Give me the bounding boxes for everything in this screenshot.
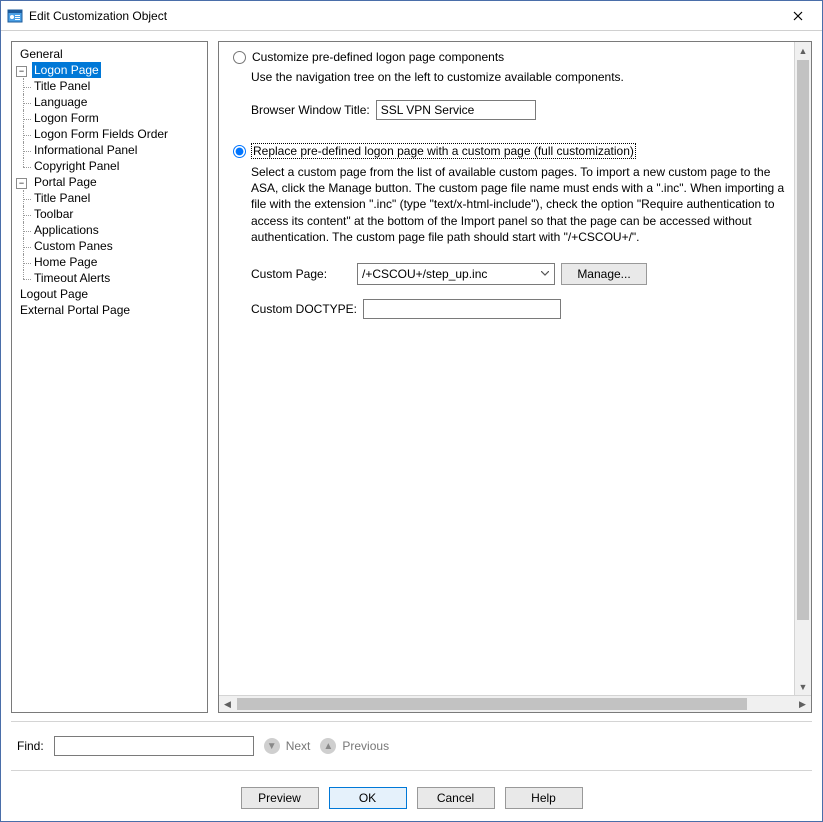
- tree-node-title-panel[interactable]: Title Panel: [32, 78, 92, 94]
- find-next-button[interactable]: ▼ Next: [264, 738, 311, 754]
- find-previous-button[interactable]: ▲ Previous: [320, 738, 389, 754]
- window-title: Edit Customization Object: [29, 9, 778, 23]
- scroll-left-arrow-icon[interactable]: ◀: [219, 696, 236, 712]
- browser-window-title-label: Browser Window Title:: [251, 103, 370, 117]
- scroll-right-arrow-icon[interactable]: ▶: [794, 696, 811, 712]
- dialog-buttons: Preview OK Cancel Help: [11, 779, 812, 821]
- tree-node-language[interactable]: Language: [32, 94, 89, 110]
- radio-customize-predefined[interactable]: Customize pre-defined logon page compone…: [233, 50, 794, 64]
- tree-toggle-portal[interactable]: −: [16, 178, 27, 189]
- radio-replace-custom-input[interactable]: [233, 145, 246, 158]
- horizontal-scrollbar[interactable]: ◀ ▶: [219, 695, 811, 712]
- nav-tree-panel: General −Logon Page Title Panel Language…: [11, 41, 208, 713]
- arrow-down-icon: ▼: [264, 738, 280, 754]
- dialog-window: Edit Customization Object General −Logon…: [0, 0, 823, 822]
- find-input[interactable]: [54, 736, 254, 756]
- browser-window-title-input[interactable]: [376, 100, 536, 120]
- tree-node-logon-form[interactable]: Logon Form: [32, 110, 101, 126]
- tree-node-home-page[interactable]: Home Page: [32, 254, 99, 270]
- tree-node-applications[interactable]: Applications: [32, 222, 101, 238]
- custom-doctype-input[interactable]: [363, 299, 561, 319]
- separator: [11, 721, 812, 722]
- custom-page-label: Custom Page:: [251, 267, 351, 281]
- arrow-up-icon: ▲: [320, 738, 336, 754]
- custom-page-input[interactable]: [358, 266, 536, 282]
- radio-customize-predefined-label: Customize pre-defined logon page compone…: [252, 50, 504, 64]
- tree-node-external-portal[interactable]: External Portal Page: [18, 302, 132, 318]
- find-bar: Find: ▼ Next ▲ Previous: [11, 730, 812, 762]
- browser-window-title-row: Browser Window Title:: [251, 100, 794, 120]
- tree-node-custom-panes[interactable]: Custom Panes: [32, 238, 115, 254]
- dialog-body: General −Logon Page Title Panel Language…: [1, 31, 822, 821]
- tree-node-logout-page[interactable]: Logout Page: [18, 286, 90, 302]
- scroll-down-arrow-icon[interactable]: ▼: [795, 678, 811, 695]
- tree-toggle-logon[interactable]: −: [16, 66, 27, 77]
- tree-node-info-panel[interactable]: Informational Panel: [32, 142, 139, 158]
- help-button[interactable]: Help: [505, 787, 583, 809]
- tree-node-logon-page[interactable]: Logon Page: [32, 62, 101, 78]
- main-inner: Customize pre-defined logon page compone…: [219, 42, 811, 695]
- manage-button[interactable]: Manage...: [561, 263, 647, 285]
- close-button[interactable]: [778, 2, 818, 30]
- separator-2: [11, 770, 812, 771]
- tree-node-toolbar[interactable]: Toolbar: [32, 206, 75, 222]
- tree-node-copyright-panel[interactable]: Copyright Panel: [32, 158, 121, 174]
- ok-button[interactable]: OK: [329, 787, 407, 809]
- radio-replace-custom-label: Replace pre-defined logon page with a cu…: [252, 144, 635, 158]
- find-label: Find:: [17, 739, 44, 753]
- scroll-up-arrow-icon[interactable]: ▲: [795, 42, 811, 59]
- chevron-down-icon[interactable]: [536, 264, 554, 284]
- tree-node-fields-order[interactable]: Logon Form Fields Order: [32, 126, 170, 142]
- horizontal-scroll-thumb[interactable]: [237, 698, 747, 710]
- radio2-description: Select a custom page from the list of av…: [251, 164, 794, 245]
- radio-replace-custom[interactable]: Replace pre-defined logon page with a cu…: [233, 144, 794, 158]
- tree-node-general[interactable]: General: [18, 46, 65, 62]
- tree-node-portal-page[interactable]: Portal Page: [32, 174, 99, 190]
- tree-node-timeout-alerts[interactable]: Timeout Alerts: [32, 270, 112, 286]
- tree-node-portal-title-panel[interactable]: Title Panel: [32, 190, 92, 206]
- radio-customize-predefined-input[interactable]: [233, 51, 246, 64]
- radio1-description: Use the navigation tree on the left to c…: [251, 70, 794, 84]
- custom-doctype-row: Custom DOCTYPE:: [251, 299, 794, 319]
- content-area: General −Logon Page Title Panel Language…: [11, 41, 812, 713]
- titlebar: Edit Customization Object: [1, 1, 822, 31]
- custom-page-row: Custom Page: Manage...: [251, 263, 794, 285]
- nav-tree[interactable]: General −Logon Page Title Panel Language…: [16, 46, 207, 318]
- preview-button[interactable]: Preview: [241, 787, 319, 809]
- vertical-scrollbar[interactable]: ▲ ▼: [794, 42, 811, 695]
- cancel-button[interactable]: Cancel: [417, 787, 495, 809]
- vertical-scroll-thumb[interactable]: [797, 60, 809, 620]
- app-icon: [7, 8, 23, 24]
- main-panel: Customize pre-defined logon page compone…: [218, 41, 812, 713]
- custom-doctype-label: Custom DOCTYPE:: [251, 302, 357, 316]
- custom-page-combo[interactable]: [357, 263, 555, 285]
- main-content: Customize pre-defined logon page compone…: [219, 42, 794, 695]
